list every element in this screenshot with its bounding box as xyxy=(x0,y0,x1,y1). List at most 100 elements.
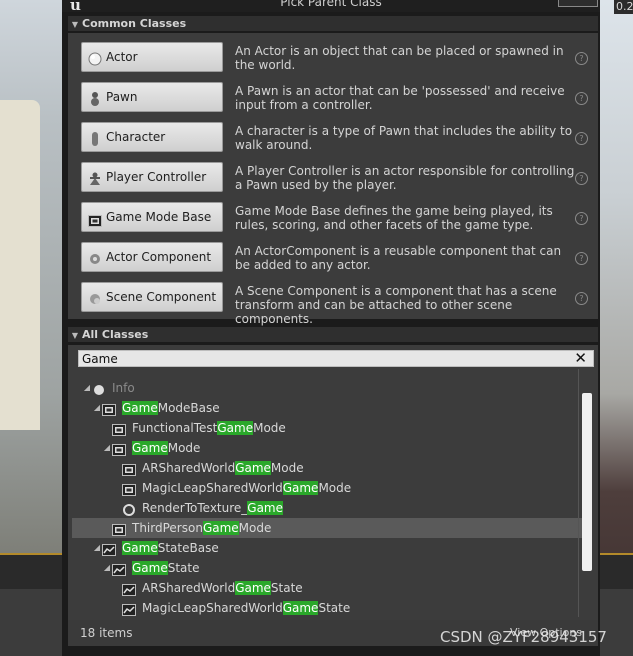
class-button-pawn[interactable]: Pawn xyxy=(81,82,223,112)
watermark: CSDN @ZYF28943157 xyxy=(440,628,607,646)
common-class-row: Pawn A Pawn is an actor that can be 'poss… xyxy=(68,78,598,118)
class-button-label: Scene Component xyxy=(106,290,217,304)
character-icon xyxy=(88,129,102,146)
search-match-highlight: Game xyxy=(202,521,239,535)
tree-item-label: MagicLeapSharedWorldGameMode xyxy=(142,478,351,498)
tree-row[interactable]: ◢ GameState xyxy=(72,558,584,578)
expand-arrow-icon[interactable]: ◢ xyxy=(92,538,102,558)
label-prefix: MagicLeapSharedWorld xyxy=(142,601,283,615)
expand-arrow-icon[interactable]: ◢ xyxy=(82,378,92,398)
common-class-row: Character A character is a type of Pawn t… xyxy=(68,118,598,158)
help-icon[interactable]: ? xyxy=(575,132,588,145)
all-classes-panel: ✕ ◢ Info ◢ GameModeBaseFunctionalTestGameMo… xyxy=(68,345,598,620)
class-button-scene-component[interactable]: Scene Component xyxy=(81,282,223,312)
all-classes-title: All Classes xyxy=(82,328,149,341)
label-suffix: StateBase xyxy=(157,541,219,555)
class-search-box[interactable]: ✕ xyxy=(78,349,594,367)
tree-item-label: RenderToTexture_Game xyxy=(142,498,284,518)
tree-row[interactable]: ThirdPersonGameMode xyxy=(72,518,584,538)
tree-row[interactable]: ◢ Info xyxy=(72,378,584,398)
close-button[interactable] xyxy=(558,0,598,7)
tree-row[interactable]: ◢ GameStateBase xyxy=(72,538,584,558)
search-match-highlight: Game xyxy=(235,581,271,595)
class-button-label: Actor xyxy=(106,50,138,64)
tree-row[interactable]: ARSharedWorldGameState xyxy=(72,578,584,598)
label-prefix: ARSharedWorld xyxy=(142,461,236,475)
label-prefix: ThirdPerson xyxy=(132,521,203,535)
game-state-icon xyxy=(112,562,126,576)
common-class-row: Actor Component An ActorComponent is a re… xyxy=(68,238,598,278)
viewport-background-right: 0.2 xyxy=(600,0,633,656)
search-match-highlight: Game xyxy=(132,561,168,575)
viewport-panel xyxy=(0,589,66,656)
class-button-character[interactable]: Character xyxy=(81,122,223,152)
game-mode-icon xyxy=(122,462,136,476)
all-classes-header[interactable]: ▼ All Classes xyxy=(68,327,598,342)
title-bar[interactable]: u Pick Parent Class xyxy=(62,0,600,14)
tree-item-label: GameModeBase xyxy=(122,398,220,418)
info-sphere-icon xyxy=(92,382,106,395)
search-match-highlight: Game xyxy=(282,601,319,615)
class-button-label: Character xyxy=(106,130,166,144)
class-search-input[interactable] xyxy=(82,351,562,366)
tree-row[interactable]: MagicLeapSharedWorldGameMode xyxy=(72,478,584,498)
label-suffix: Mode xyxy=(167,441,201,455)
tree-row[interactable]: RenderToTexture_Game xyxy=(72,498,584,518)
viewport-wall xyxy=(0,100,40,430)
common-classes-header[interactable]: ▼ Common Classes xyxy=(68,16,598,31)
common-classes-panel: Actor An Actor is an object that can be p… xyxy=(68,33,598,326)
game-state-icon xyxy=(122,582,136,596)
viewport-toolbar xyxy=(0,553,66,591)
expand-arrow-icon[interactable]: ◢ xyxy=(102,438,112,458)
scene-component-icon xyxy=(88,289,102,305)
controller-icon xyxy=(88,169,102,185)
class-description: An ActorComponent is a reusable componen… xyxy=(235,244,562,272)
tree-row[interactable]: ARSharedWorldGameMode xyxy=(72,458,584,478)
help-icon[interactable]: ? xyxy=(575,92,588,105)
search-match-highlight: Game xyxy=(122,541,158,555)
circle-icon xyxy=(122,502,136,516)
tree-item-label: GameStateBase xyxy=(122,538,219,558)
common-class-row: Player Controller A Player Controller is … xyxy=(68,158,598,198)
label-prefix: RenderToTexture_ xyxy=(142,501,248,515)
common-class-row: Scene Component A Scene Component is a co… xyxy=(68,278,598,326)
viewport-toolbar-right xyxy=(600,553,633,591)
item-count: 18 items xyxy=(80,626,133,640)
tree-item-label: MagicLeapSharedWorldGameState xyxy=(142,598,350,618)
class-button-actor-component[interactable]: Actor Component xyxy=(81,242,223,272)
help-icon[interactable]: ? xyxy=(575,252,588,265)
search-match-highlight: Game xyxy=(122,401,158,415)
clear-search-icon[interactable]: ✕ xyxy=(574,349,587,367)
class-description: A character is a type of Pawn that inclu… xyxy=(235,124,573,152)
tree-scrollbar[interactable] xyxy=(582,393,592,571)
camera-speed-label[interactable]: 0.2 xyxy=(614,0,633,14)
help-icon[interactable]: ? xyxy=(575,212,588,225)
class-button-game-mode-base[interactable]: Game Mode Base xyxy=(81,202,223,232)
search-match-highlight: Game xyxy=(217,421,254,435)
tree-row[interactable]: ◢ GameMode xyxy=(72,438,584,458)
help-icon[interactable]: ? xyxy=(575,292,588,305)
scroll-track xyxy=(578,369,579,617)
search-match-highlight: Game xyxy=(132,441,168,455)
class-button-actor[interactable]: Actor xyxy=(81,42,223,72)
game-state-icon xyxy=(122,602,136,616)
help-icon[interactable]: ? xyxy=(575,52,588,65)
class-description: A Scene Component is a component that ha… xyxy=(235,284,557,326)
class-tree[interactable]: ◢ Info ◢ GameModeBase FunctionalTestGameMode… xyxy=(68,369,584,619)
pawn-icon xyxy=(88,89,102,106)
help-icon[interactable]: ? xyxy=(575,172,588,185)
game-mode-icon xyxy=(112,442,126,456)
label-suffix: Mode xyxy=(270,461,304,475)
class-button-label: Player Controller xyxy=(106,170,207,184)
label-suffix: Mode xyxy=(318,481,352,495)
tree-item-label: Info xyxy=(112,378,135,398)
expand-arrow-icon[interactable]: ◢ xyxy=(102,558,112,578)
class-button-player-controller[interactable]: Player Controller xyxy=(81,162,223,192)
tree-row[interactable]: FunctionalTestGameMode xyxy=(72,418,584,438)
class-description: An Actor is an object that can be placed… xyxy=(235,44,564,72)
tree-row[interactable]: MagicLeapSharedWorldGameState xyxy=(72,598,584,618)
tree-row[interactable]: ◢ GameModeBase xyxy=(72,398,584,418)
expand-arrow-icon[interactable]: ◢ xyxy=(92,398,102,418)
tree-item-label: FunctionalTestGameMode xyxy=(132,418,286,438)
common-class-row: Actor An Actor is an object that can be p… xyxy=(68,38,598,78)
